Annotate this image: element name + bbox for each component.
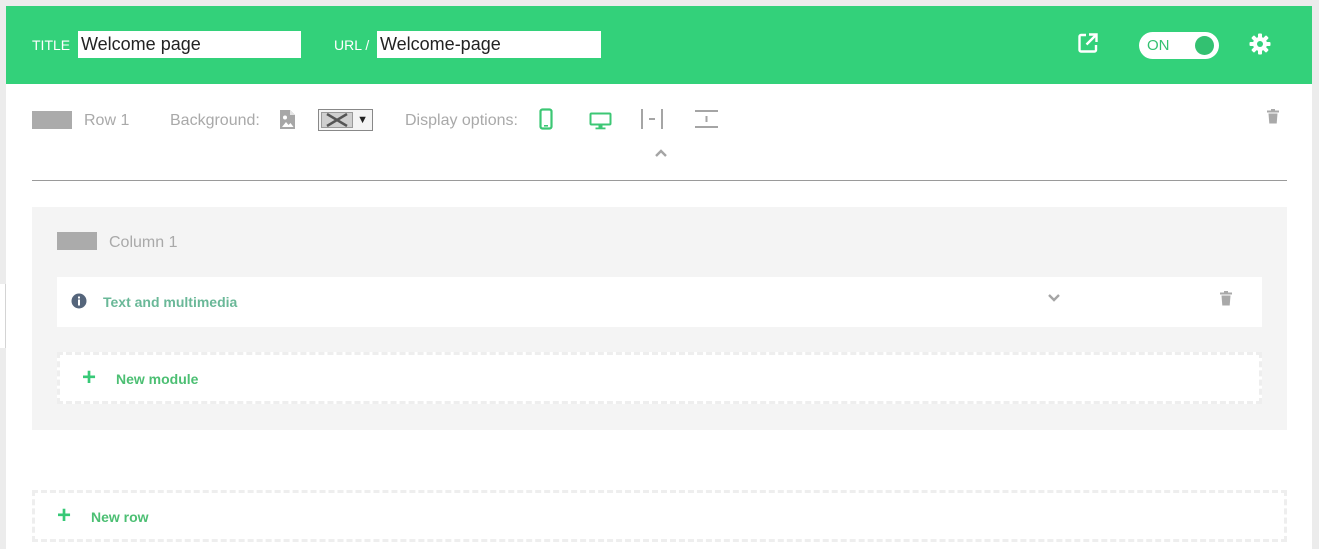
collapse-chevron-up-icon[interactable] [654,148,668,158]
new-row-button[interactable] [32,490,1287,542]
info-icon [71,293,87,309]
external-link-icon[interactable] [1076,31,1100,55]
title-input[interactable] [78,31,301,58]
module-title[interactable]: Text and multimedia [103,292,237,312]
mobile-icon[interactable] [539,108,553,130]
select-arrow-icon: ▼ [357,114,368,126]
column-drag-handle[interactable] [57,232,97,250]
trash-icon[interactable] [1267,109,1279,124]
url-input[interactable] [377,31,601,58]
row-divider [32,180,1287,181]
full-width-icon[interactable] [640,109,664,129]
row-drag-handle[interactable] [32,111,72,129]
display-options-label: Display options: [405,112,518,129]
background-label: Background: [170,112,260,129]
gear-icon[interactable] [1248,32,1272,56]
chevron-down-icon[interactable] [1047,293,1061,303]
new-module-label: New module [116,371,199,387]
new-row-label: New row [91,509,149,525]
module-card[interactable] [57,277,1262,327]
plus-icon: + [82,364,97,391]
background-select[interactable]: ▼ [318,109,373,131]
column-label: Column 1 [109,234,178,251]
title-label: TITLE [32,37,71,53]
new-module-button[interactable] [57,352,1262,404]
trash-icon[interactable] [1220,291,1232,306]
url-label: URL / [334,37,370,53]
image-icon[interactable] [279,109,296,130]
background-swatch [321,112,353,128]
toggle-label: ON [1147,37,1170,54]
side-edge [0,284,6,348]
publish-toggle[interactable]: ON [1139,32,1219,59]
plus-icon: + [57,502,72,529]
toggle-knob [1195,36,1214,55]
desktop-icon[interactable] [589,112,612,130]
row-label: Row 1 [84,112,130,129]
vertical-spacing-icon[interactable] [695,109,718,129]
